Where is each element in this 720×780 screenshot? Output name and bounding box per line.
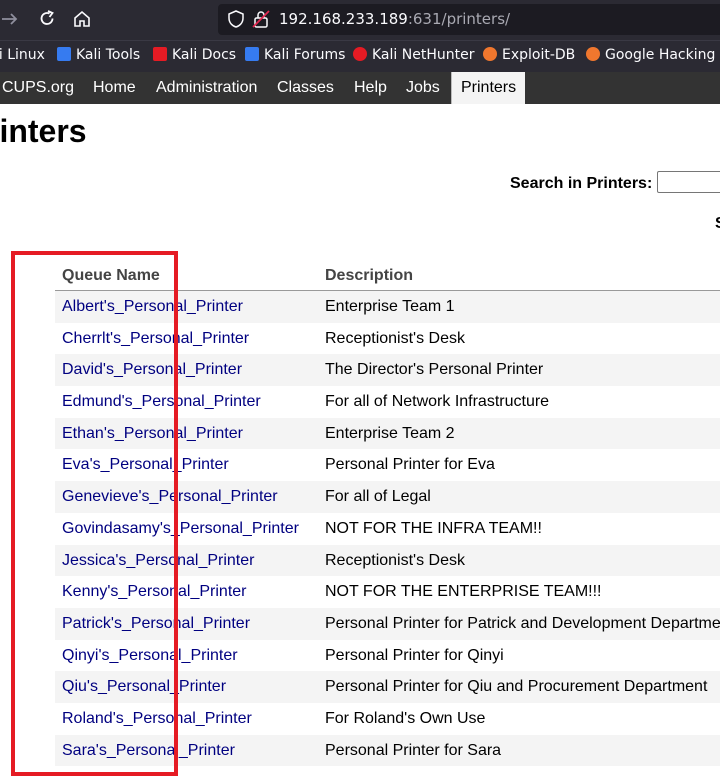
table-row: Roland's_Personal_Printer For Roland's Ow… [55,702,720,735]
bookmark-label: Google Hacking D [605,47,720,63]
bookmark-label: Kali Forums [264,47,346,63]
url-text[interactable]: 192.168.233.189:631/printers/ [279,10,510,28]
tab-classes[interactable]: Classes [277,72,334,104]
table-row: Jessica's_Personal_Printer Receptionist's… [55,544,720,577]
printer-description: Receptionist's Desk [325,329,465,347]
tab-help[interactable]: Help [354,72,387,104]
search-label: Search in Printers: [510,175,653,192]
google-hacking-db-icon [586,47,600,61]
printer-description: Receptionist's Desk [325,551,465,569]
bookmark-kali-docs[interactable]: Kali Docs [153,47,236,63]
table-row: Patrick's_Personal_Printer Personal Print… [55,607,720,640]
printer-description: Enterprise Team 1 [325,298,455,315]
table-row: Sara's_Personal_Printer Personal Printer … [55,734,720,767]
column-header-description[interactable]: Description [325,267,413,285]
printer-queue-link[interactable]: Govindasamy's_Personal_Printer [62,520,299,538]
table-row: Govindasamy's_Personal_Printer NOT FOR TH… [55,512,720,545]
printer-queue-link[interactable]: Qinyi's_Personal_Printer [62,647,238,665]
printer-description: Personal Printer for Qinyi [325,646,504,664]
url-host: 192.168.233.189 [279,10,408,28]
home-icon[interactable] [72,9,92,29]
search-button-edge[interactable]: S [715,215,720,233]
printer-queue-link[interactable]: Sara's_Personal_Printer [62,742,235,760]
bookmark-google-hacking-db[interactable]: Google Hacking D [586,47,720,63]
forward-icon[interactable] [0,9,20,29]
tab-home[interactable]: Home [93,72,136,104]
bookmark-exploit-db[interactable]: Exploit-DB [483,47,575,63]
table-row: Qinyi's_Personal_Printer Personal Printer… [55,639,720,672]
tab-administration[interactable]: Administration [156,72,257,104]
printer-queue-link[interactable]: Cherrlt's_Personal_Printer [62,330,249,348]
page-title: rinters [0,113,87,149]
printer-description: Personal Printer for Qiu and Procurement… [325,678,708,696]
bookmark-label: li Linux [0,47,45,63]
table-row: Eva's_Personal_Printer Personal Printer f… [55,449,720,482]
printer-description: Enterprise Team 2 [325,424,455,442]
kali-nethunter-icon [353,47,367,61]
bookmark-kali-tools[interactable]: Kali Tools [57,47,140,63]
bookmark-label: Exploit-DB [502,47,576,63]
tab-jobs[interactable]: Jobs [406,72,440,104]
printer-queue-link[interactable]: Albert's_Personal_Printer [62,298,243,316]
table-row: Edmund's_Personal_Printer For all of Netw… [55,386,720,418]
kali-tools-icon [57,47,71,61]
address-bar[interactable]: 192.168.233.189:631/printers/ [218,4,720,35]
printer-description: Personal Printer for Eva [325,456,495,474]
table-header: Queue Name Description [55,262,720,291]
reload-icon[interactable] [37,9,57,29]
printer-queue-link[interactable]: David's_Personal_Printer [62,361,242,379]
bookmark-kali-nethunter[interactable]: Kali NetHunter [353,47,474,63]
table-row: Albert's_Personal_Printer Enterprise Team… [55,291,720,323]
printer-description: For all of Network Infrastructure [325,393,550,411]
printer-description: For Roland's Own Use [325,709,486,727]
column-header-queue-name[interactable]: Queue Name [62,267,160,285]
table-row: David's_Personal_Printer The Director's P… [55,354,720,387]
printer-queue-link[interactable]: Patrick's_Personal_Printer [62,615,250,633]
printer-description: For all of Legal [325,488,431,506]
printer-queue-link[interactable]: Genevieve's_Personal_Printer [62,488,278,506]
bookmark-label: Kali NetHunter [372,47,475,63]
printer-queue-link[interactable]: Roland's_Personal_Printer [62,710,252,728]
printer-description: The Director's Personal Printer [325,361,544,379]
bookmark-kali-forums[interactable]: Kali Forums [245,47,345,63]
printer-description: NOT FOR THE INFRA TEAM!! [325,519,542,537]
table-body: Albert's_Personal_Printer Enterprise Team… [55,291,720,767]
cups-tab-bar: CUPS.org Home Administration Classes Hel… [0,72,720,104]
table-row: Cherrlt's_Personal_Printer Receptionist's… [55,322,720,355]
search-input[interactable] [657,171,720,193]
printer-description: Personal Printer for Sara [325,741,502,759]
table-row: Qiu's_Personal_Printer Personal Printer f… [55,671,720,703]
bookmark-label: Kali Docs [172,47,237,63]
printers-table: Queue Name Description Albert's_Personal… [55,262,720,767]
printer-queue-link[interactable]: Jessica's_Personal_Printer [62,552,254,570]
printer-queue-link[interactable]: Edmund's_Personal_Printer [62,393,261,411]
bookmark-label: Kali Tools [76,47,141,63]
printer-queue-link[interactable]: Ethan's_Personal_Printer [62,425,243,443]
kali-docs-icon [153,47,167,61]
table-row: Kenny's_Personal_Printer NOT FOR THE ENTE… [55,576,720,608]
tab-cups-org[interactable]: CUPS.org [2,72,74,104]
printer-queue-link[interactable]: Kenny's_Personal_Printer [62,583,247,601]
table-row: Ethan's_Personal_Printer Enterprise Team … [55,417,720,450]
browser-toolbar: 192.168.233.189:631/printers/ [0,0,720,40]
insecure-lock-icon[interactable] [251,9,271,29]
printer-queue-link[interactable]: Qiu's_Personal_Printer [62,678,226,696]
bookmarks-bar: li Linux Kali Tools Kali Docs Kali Forum… [0,40,720,72]
printer-description: NOT FOR THE ENTERPRISE TEAM!!! [325,583,602,601]
bookmark-kali-linux[interactable]: li Linux [0,47,45,63]
shield-icon[interactable] [226,9,246,29]
printer-description: Personal Printer for Patrick and Develop… [325,614,720,632]
url-path: :631/printers/ [407,10,511,28]
exploit-db-icon [483,47,497,61]
kali-forums-icon [245,47,259,61]
table-row: Genevieve's_Personal_Printer For all of L… [55,481,720,513]
tab-printers[interactable]: Printers [451,72,526,104]
printer-queue-link[interactable]: Eva's_Personal_Printer [62,456,229,474]
